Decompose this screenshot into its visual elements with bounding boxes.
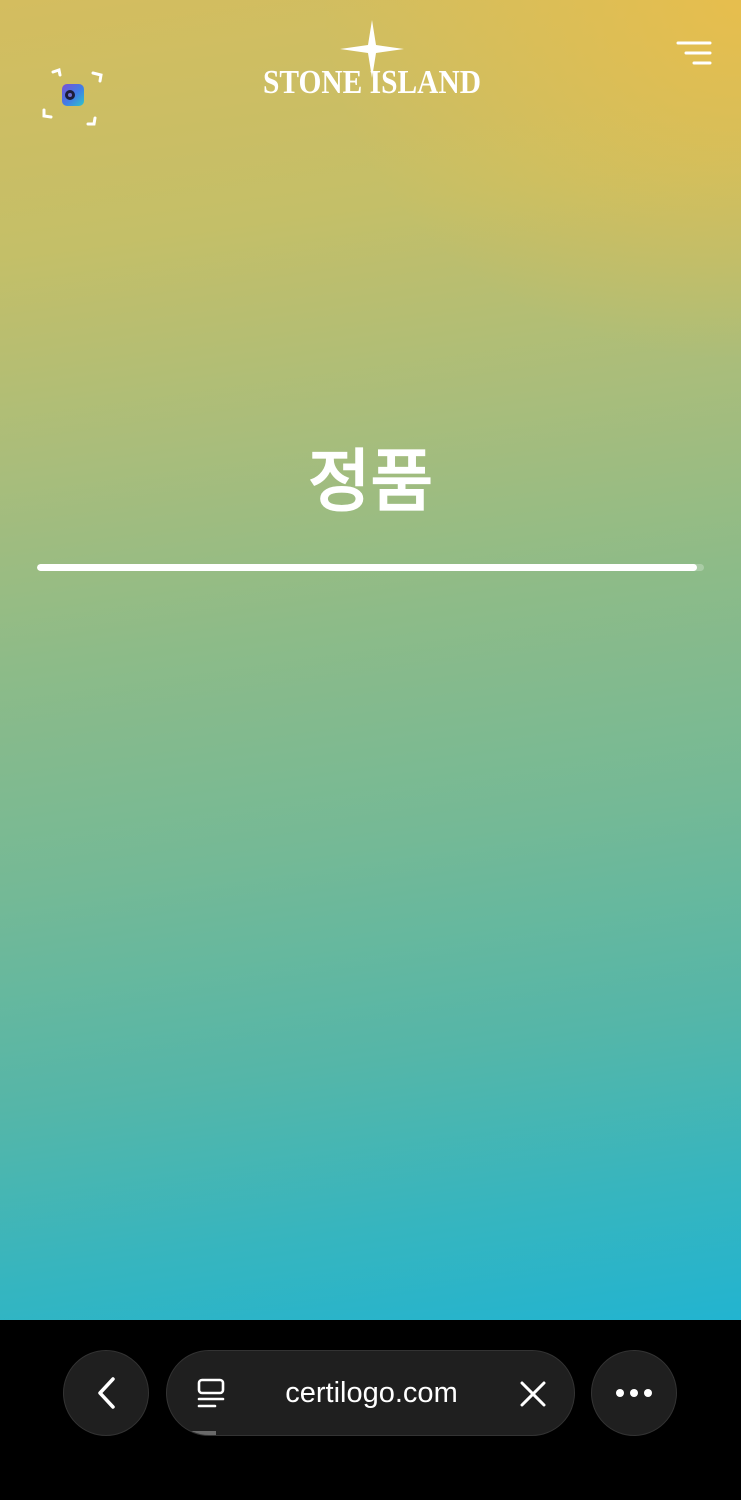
hamburger-menu-icon <box>676 41 712 65</box>
more-options-button[interactable] <box>591 1350 677 1436</box>
url-text[interactable]: certilogo.com <box>167 1351 574 1435</box>
close-icon <box>520 1381 546 1407</box>
brand-wordmark: STONE ISLAND <box>263 64 481 100</box>
more-dots-icon <box>616 1389 652 1397</box>
authentication-result-page: STONE ISLAND 정품 <box>0 0 741 1320</box>
verdict-text: 정품 <box>307 443 434 522</box>
back-button[interactable] <box>63 1350 149 1436</box>
close-url-button[interactable] <box>517 1378 549 1410</box>
page-load-progress <box>167 1431 216 1435</box>
stone-island-logo: STONE ISLAND <box>263 20 481 100</box>
chevron-left-icon <box>98 1377 115 1409</box>
scan-frame-icon <box>42 68 103 126</box>
address-bar[interactable]: certilogo.com <box>166 1350 575 1436</box>
menu-button[interactable] <box>672 38 716 70</box>
verification-progress-bar <box>37 564 704 571</box>
browser-toolbar: certilogo.com <box>0 1320 741 1500</box>
scan-button[interactable] <box>40 62 106 128</box>
verification-progress-fill <box>37 564 698 571</box>
